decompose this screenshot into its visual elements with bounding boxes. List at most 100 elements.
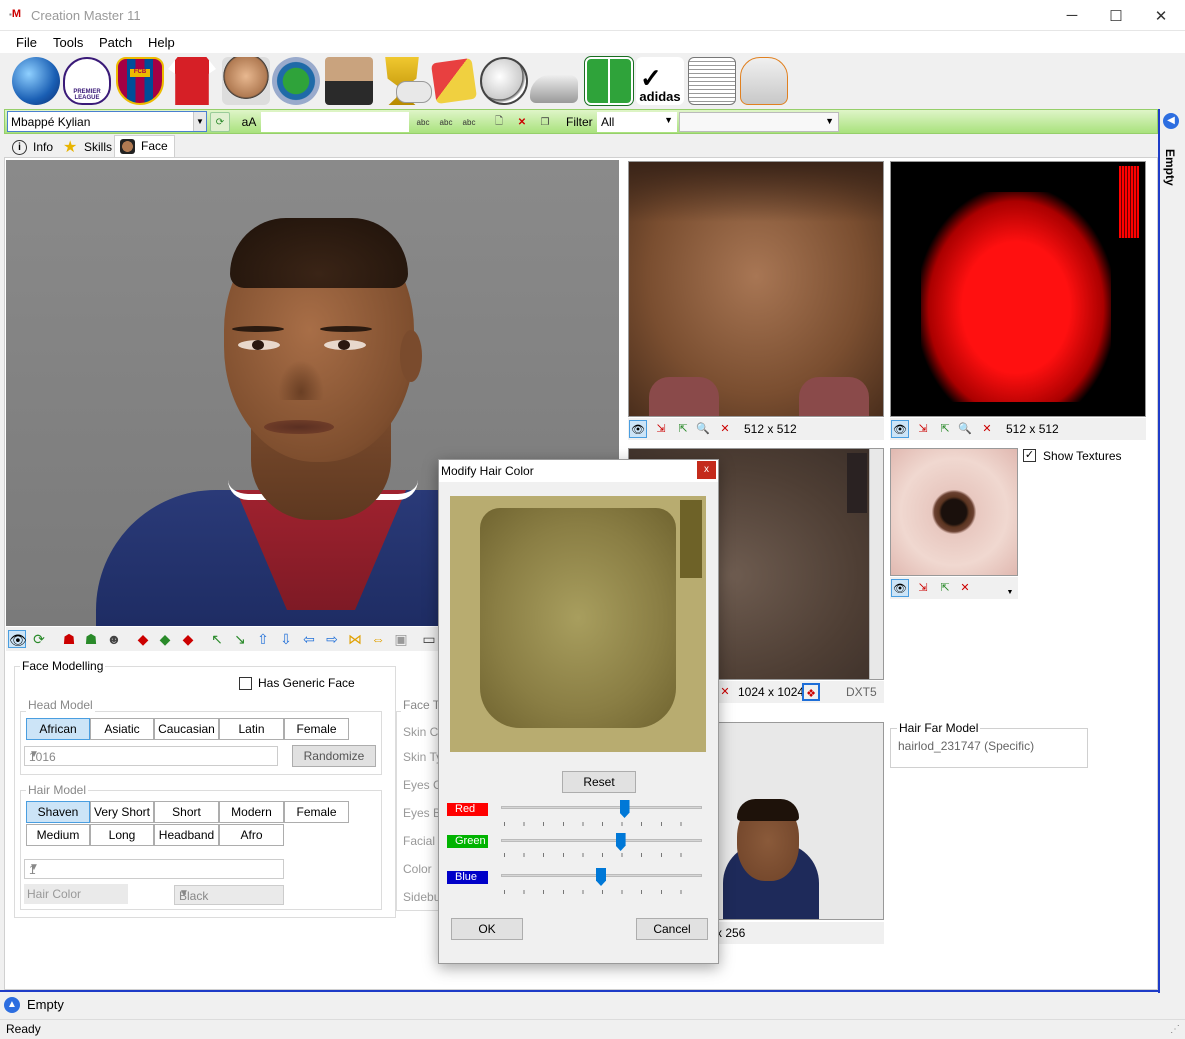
search-input[interactable] (261, 112, 409, 132)
resize-grip-icon[interactable]: ⋰ (1170, 1024, 1180, 1035)
menu-patch[interactable]: Patch (99, 35, 132, 50)
red-slider-track[interactable] (501, 806, 702, 809)
ok-button[interactable]: OK (451, 918, 523, 940)
head-african-button[interactable]: African (26, 718, 90, 740)
magnifier-icon[interactable]: 🔍 (956, 420, 974, 438)
delete-icon[interactable]: ✕ (978, 420, 996, 438)
stadium-icon[interactable] (272, 57, 320, 105)
import-icon[interactable]: ⇲ (914, 420, 932, 438)
nike-adidas-icon[interactable]: ✓ adidas (636, 57, 684, 105)
tab-face[interactable]: Face (114, 135, 175, 158)
fcb-club-icon[interactable]: FCB (116, 57, 164, 105)
head-model-select[interactable]: 1016 ▼ (24, 746, 278, 766)
hair-green-icon[interactable]: ◆ (156, 630, 174, 648)
globe-icon[interactable] (12, 57, 60, 105)
hair-long-button[interactable]: Long (90, 824, 154, 846)
arrow-left-icon[interactable]: ⇦ (300, 630, 318, 648)
color-palette-icon[interactable]: ❖ (802, 683, 820, 701)
ball-icon[interactable] (480, 57, 528, 105)
maximize-button[interactable]: ☐ (1093, 0, 1139, 31)
refresh-icon[interactable]: ⟳ (30, 630, 48, 648)
hair-modern-button[interactable]: Modern (219, 801, 284, 823)
filter-value-select[interactable]: ▼ (679, 112, 839, 132)
head-asiatic-button[interactable]: Asiatic (90, 718, 154, 740)
hair-delete-icon[interactable]: ◆ (179, 630, 197, 648)
arrow-down-icon[interactable]: ⇩ (277, 630, 295, 648)
head-female-button[interactable]: Female (284, 718, 349, 740)
copy-icon[interactable]: ❐ (535, 112, 555, 132)
eye-icon[interactable]: 👁 (629, 420, 647, 438)
expand-icon[interactable]: ▲ (4, 997, 20, 1013)
import-icon[interactable]: ⇲ (914, 579, 932, 597)
arrow-right-icon[interactable]: ⇨ (323, 630, 341, 648)
eye-icon[interactable]: 👁 (891, 420, 909, 438)
head-red-icon[interactable]: ☗ (60, 630, 78, 648)
abc-search-all-icon[interactable]: abc (459, 112, 479, 132)
minimize-button[interactable]: ─ (1049, 0, 1095, 31)
face-texture-preview[interactable] (628, 161, 884, 417)
eye-icon[interactable]: 👁 (891, 579, 909, 597)
cards-icon[interactable] (430, 57, 478, 105)
menu-file[interactable]: File (16, 35, 37, 50)
close-button[interactable]: ✕ (1138, 0, 1184, 31)
cancel-button[interactable]: Cancel (636, 918, 708, 940)
filter-select[interactable]: All ▼ (597, 112, 677, 132)
right-side-panel[interactable]: ◀ Empty (1158, 109, 1185, 993)
boots-icon[interactable] (530, 75, 578, 103)
zoom-in-icon[interactable]: ⋈ (346, 630, 364, 648)
head-latin-button[interactable]: Latin (219, 718, 284, 740)
green-slider-track[interactable] (501, 839, 702, 842)
hair-medium-button[interactable]: Medium (26, 824, 90, 846)
hair-short-button[interactable]: Short (154, 801, 219, 823)
hair-headband-button[interactable]: Headband (154, 824, 219, 846)
chevron-down-icon[interactable]: ▼ (1004, 587, 1016, 599)
hair-alpha-texture-preview[interactable] (890, 161, 1146, 417)
show-textures-checkbox[interactable]: ✓ (1023, 449, 1036, 462)
delete-icon[interactable]: ✕ (956, 579, 974, 597)
abc-search-next-icon[interactable]: abc (436, 112, 456, 132)
expand-icon[interactable]: ◀ (1163, 113, 1179, 129)
hair-female-button[interactable]: Female (284, 801, 349, 823)
export-icon[interactable]: ⇱ (936, 420, 954, 438)
hair-color-select[interactable]: Black ▼ (174, 885, 284, 905)
player-icon[interactable] (222, 57, 270, 105)
new-file-icon[interactable]: 🗋 (489, 112, 509, 132)
manager-icon[interactable] (325, 57, 373, 105)
dialog-close-button[interactable]: x (697, 461, 716, 479)
hair-very-short-button[interactable]: Very Short (90, 801, 154, 823)
tab-info[interactable]: i Info (6, 136, 60, 157)
abc-search-icon[interactable]: abc (413, 112, 433, 132)
magnifier-icon[interactable]: 🔍 (694, 420, 712, 438)
delete-icon[interactable]: ✕ (512, 112, 532, 132)
head-face-icon[interactable]: ☻ (105, 630, 123, 648)
chevron-down-icon[interactable]: ▼ (193, 112, 206, 131)
randomize-button[interactable]: Randomize (292, 745, 376, 767)
eye-texture-preview[interactable] (890, 448, 1018, 576)
menu-tools[interactable]: Tools (53, 35, 83, 50)
export-icon[interactable]: ⇱ (674, 420, 692, 438)
hair-model-select[interactable]: 1 ▼ (24, 859, 284, 879)
zoom-out-icon[interactable]: ⇔ (369, 630, 387, 648)
pitch-icon[interactable] (584, 56, 634, 106)
hair-red-icon[interactable]: ◆ (134, 630, 152, 648)
jersey-icon[interactable] (168, 57, 216, 105)
premier-league-icon[interactable]: PREMIER LEAGUE (63, 57, 111, 105)
export-icon[interactable]: ⇱ (936, 579, 954, 597)
player-select[interactable]: Mbappé Kylian ▼ (7, 111, 207, 132)
hair-afro-button[interactable]: Afro (219, 824, 284, 846)
gamepad-icon[interactable] (396, 81, 432, 103)
refresh-icon[interactable]: ⟳ (210, 112, 230, 132)
delete-icon[interactable]: ✕ (716, 420, 734, 438)
case-toggle-button[interactable]: aA (237, 112, 261, 132)
save-icon[interactable]: ▣ (392, 630, 410, 648)
import-icon[interactable]: ⇲ (652, 420, 670, 438)
tab-skills[interactable]: ★ Skills (57, 136, 119, 157)
reset-button[interactable]: Reset (562, 771, 636, 793)
eye-icon[interactable]: 👁 (8, 630, 27, 648)
camera-icon[interactable]: ▭ (420, 630, 438, 648)
newspaper-icon[interactable] (688, 57, 736, 105)
menu-help[interactable]: Help (148, 35, 175, 50)
gloves-icon[interactable] (740, 57, 788, 105)
hair-shaven-button[interactable]: Shaven (26, 801, 90, 823)
generic-face-checkbox[interactable] (239, 677, 252, 690)
